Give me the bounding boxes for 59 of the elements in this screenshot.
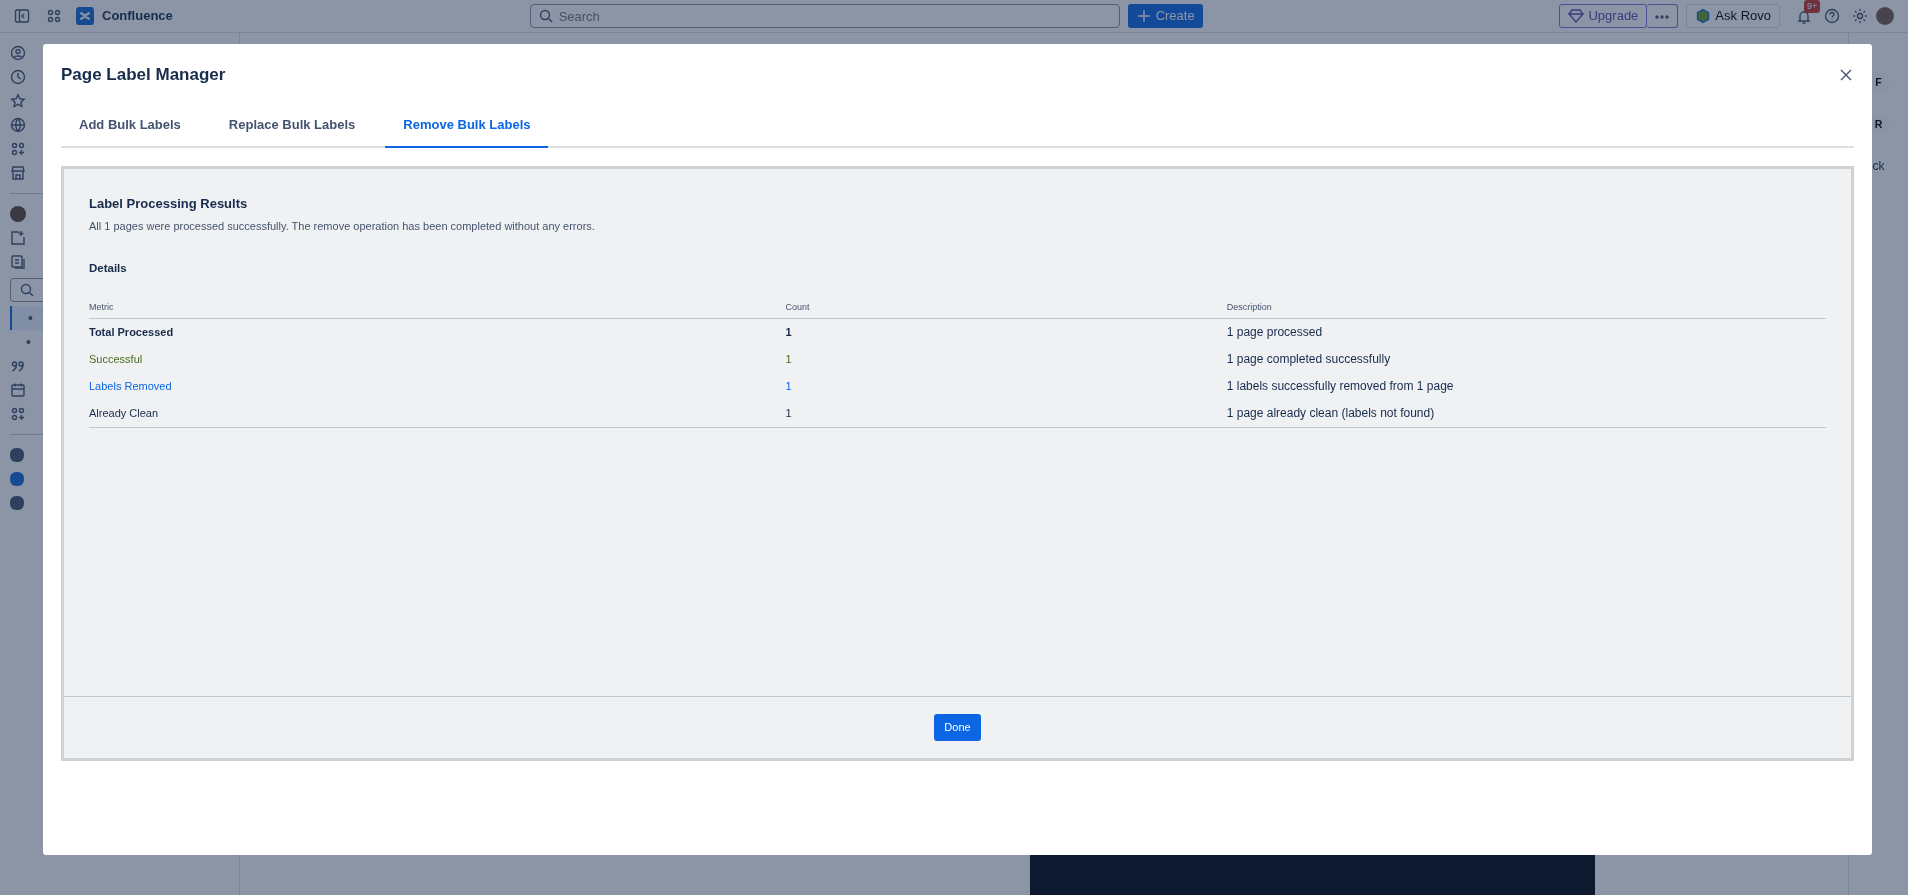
clock-icon	[10, 69, 26, 85]
app-icon	[10, 472, 24, 486]
person-icon	[10, 45, 26, 61]
logo-icon[interactable]	[76, 7, 94, 25]
results-message: All 1 pages were processed successfully. The remove operation has been completed without any errors.	[89, 218, 596, 234]
search-field[interactable]: Search	[529, 4, 1120, 28]
column-header: Count	[785, 301, 1227, 319]
app-icon	[10, 496, 24, 510]
description-cell-text: 1 page completed successfully	[1226, 350, 1392, 368]
panel-text: ck	[1872, 157, 1885, 175]
search-icon	[537, 8, 554, 24]
apps-icon	[10, 141, 26, 157]
done-button[interactable]: Done	[934, 714, 981, 741]
search-icon	[19, 281, 35, 298]
settings-icon[interactable]	[1852, 8, 1868, 24]
description-cell: 1 page already clean (labels not found)	[1226, 399, 1826, 428]
create-button[interactable]: Create	[1127, 4, 1203, 28]
more-icon	[1655, 14, 1670, 19]
details-title: Details	[89, 261, 128, 276]
help-icon[interactable]	[1824, 8, 1840, 24]
more-button[interactable]	[1647, 4, 1679, 28]
description-cell: 1 page processed	[1226, 318, 1826, 346]
app-name: Confluence	[102, 7, 173, 26]
share-icon	[10, 230, 26, 246]
app-switcher-icon[interactable]	[46, 8, 62, 24]
count-cell: 1	[785, 372, 1227, 400]
metric-cell: Successful	[89, 345, 786, 373]
column-header: Description	[1226, 301, 1826, 319]
space-avatar	[10, 206, 26, 222]
bell-icon[interactable]	[1796, 8, 1812, 25]
metric-cell: Total Processed	[89, 318, 786, 346]
plus-icon	[1135, 8, 1152, 24]
column-header: Metric	[89, 301, 786, 319]
tab[interactable]: Replace Bulk Labels	[210, 104, 374, 148]
tab[interactable]: Add Bulk Labels	[61, 104, 199, 148]
star-icon	[10, 93, 26, 109]
calendar-icon	[10, 382, 26, 398]
upgrade-button[interactable]: Upgrade	[1559, 4, 1648, 28]
avatar[interactable]	[1876, 7, 1894, 25]
sidebar-toggle-icon[interactable]	[14, 8, 30, 24]
metric-cell: Already Clean	[89, 399, 786, 428]
count-cell: 1	[785, 399, 1227, 428]
results-title: Label Processing Results	[89, 195, 249, 213]
gem-icon	[1568, 8, 1585, 24]
globe-icon	[10, 117, 26, 133]
quote-icon	[10, 358, 26, 374]
document-icon	[10, 254, 26, 270]
app-icon	[10, 448, 24, 462]
description-cell-text: 1 labels successfully removed from 1 page	[1226, 377, 1455, 395]
store-icon	[10, 165, 26, 181]
count-cell: 1	[785, 345, 1227, 373]
count-cell: 1	[785, 318, 1227, 346]
notification-badge: 9+	[1804, 0, 1821, 13]
dialog-title: Page Label Manager	[61, 64, 226, 86]
hexagon-icon	[1695, 8, 1712, 24]
metric-cell: Labels Removed	[89, 372, 786, 400]
tab[interactable]: Remove Bulk Labels	[385, 104, 549, 148]
ask-button[interactable]: Ask Rovo	[1686, 4, 1780, 28]
apps-icon	[10, 406, 26, 422]
